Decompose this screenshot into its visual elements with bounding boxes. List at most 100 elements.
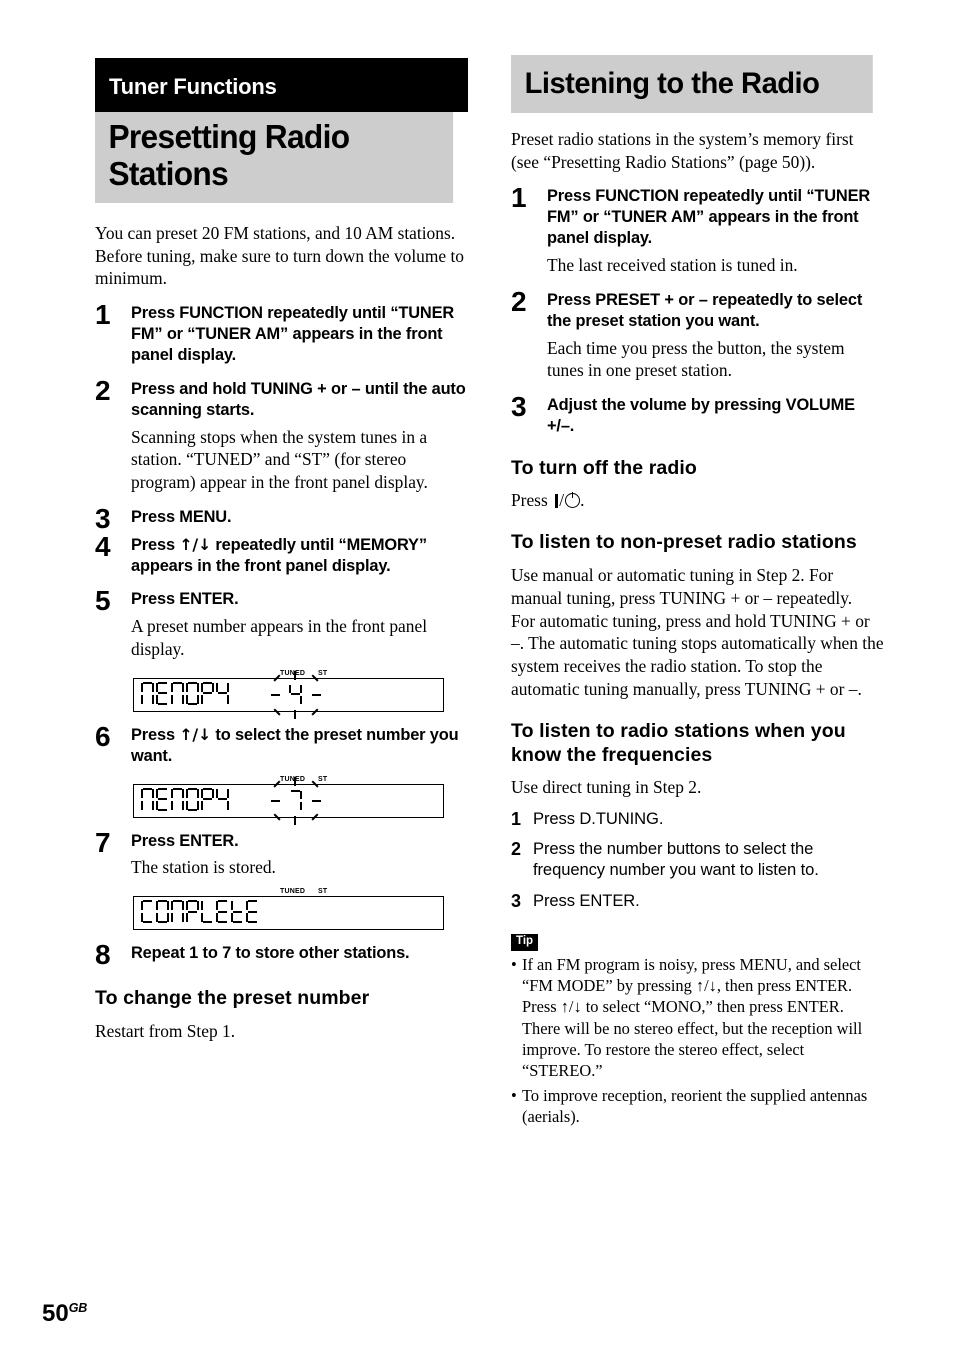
lcd-segment-E bbox=[216, 900, 229, 924]
bullet-icon: • bbox=[511, 1085, 517, 1105]
lcd-indicator-tuned: TUNED bbox=[280, 669, 306, 677]
chapter-banner: Tuner Functions bbox=[95, 58, 468, 112]
ministep-text: Press D.TUNING. bbox=[533, 808, 664, 828]
page-number: 50 bbox=[42, 1300, 69, 1327]
blink-ray-top-left bbox=[273, 780, 281, 788]
step-number: 5 bbox=[95, 585, 111, 617]
ministep-text: Press the number buttons to select the f… bbox=[533, 839, 819, 880]
blink-ray-bottom-left bbox=[273, 708, 281, 716]
step-number: 1 bbox=[511, 182, 527, 214]
step-number: 6 bbox=[95, 720, 111, 752]
change-preset-text: Restart from Step 1. bbox=[95, 1020, 236, 1041]
lcd-segment-Y bbox=[216, 682, 229, 705]
step-title: Adjust the volume by pressing VOLUME +/–… bbox=[547, 396, 855, 435]
lcd-segment-O bbox=[156, 900, 169, 924]
lcd-segment-E bbox=[156, 681, 169, 705]
lcd-segment-O bbox=[186, 681, 199, 705]
blink-ray-bottom-left bbox=[273, 813, 281, 822]
front-panel-display-memory-4: TUNED ST bbox=[133, 670, 444, 719]
step-title: Press ENTER. bbox=[131, 831, 239, 850]
blink-ray-top bbox=[294, 670, 297, 680]
step-title: Press ↑/↓ repeatedly until “MEMORY” appe… bbox=[131, 535, 468, 577]
step-number: 3 bbox=[95, 502, 111, 534]
blink-ray-top-left bbox=[273, 674, 281, 682]
step-number: 1 bbox=[95, 299, 111, 331]
step-title-prefix: Press bbox=[131, 725, 180, 744]
blink-ray-bottom bbox=[294, 709, 297, 719]
step-number: 4 bbox=[95, 530, 111, 562]
lcd-segment-L bbox=[201, 900, 214, 924]
step-3: 3 Press MENU. bbox=[95, 502, 468, 534]
subheading-turn-off-radio: To turn off the radio bbox=[511, 456, 697, 479]
listening-step-1: 1 Press FUNCTION repeatedly until “TUNER… bbox=[511, 182, 884, 276]
section-title-listening: Listening to the Radio bbox=[511, 55, 873, 113]
step-number: 8 bbox=[95, 939, 111, 971]
lcd-preset-number-4 bbox=[271, 670, 321, 719]
blink-ray-left bbox=[271, 693, 280, 696]
step-number: 3 bbox=[511, 391, 527, 423]
step-number: 7 bbox=[95, 826, 111, 858]
subheading-know-frequencies: To listen to radio stations when you kno… bbox=[511, 720, 846, 767]
step-description: Each time you press the button, the syst… bbox=[547, 337, 845, 381]
tip-bullet-1: • If an FM program is noisy, press MENU,… bbox=[511, 954, 884, 1082]
step-number: 2 bbox=[511, 285, 527, 317]
turn-off-text-prefix: Press bbox=[511, 489, 553, 510]
step-title: Press PRESET + or – repeatedly to select… bbox=[547, 290, 863, 330]
lcd-segment-M bbox=[171, 900, 184, 923]
blink-ray-bottom-right bbox=[311, 708, 319, 716]
lcd-indicator-tuned: TUNED bbox=[280, 888, 306, 896]
power-bar-icon bbox=[555, 493, 559, 508]
lcd-word-complete bbox=[141, 900, 259, 924]
turn-off-text-suffix: . bbox=[580, 489, 585, 510]
ministep-number: 2 bbox=[511, 839, 522, 860]
lcd-segment-P bbox=[186, 900, 199, 923]
step-title: Press ENTER. bbox=[131, 590, 239, 609]
non-preset-text: Use manual or automatic tuning in Step 2… bbox=[511, 565, 884, 699]
subheading-change-preset-number: To change the preset number bbox=[95, 987, 370, 1010]
manual-page: Tuner Functions Presetting Radio Station… bbox=[0, 0, 954, 1352]
bullet-icon: • bbox=[511, 954, 517, 974]
listening-step-3: 3 Adjust the volume by pressing VOLUME +… bbox=[511, 391, 884, 437]
lcd-digit bbox=[289, 789, 302, 811]
lcd-segment-R bbox=[201, 787, 214, 811]
blink-ray-left bbox=[271, 799, 280, 802]
listening-step-2: 2 Press PRESET + or – repeatedly to sele… bbox=[511, 285, 884, 382]
page-number-footer: 50GB bbox=[42, 1302, 87, 1326]
step-title: Press ↑/↓ to select the preset number yo… bbox=[131, 725, 468, 767]
step-title: Press FUNCTION repeatedly until “TUNER F… bbox=[131, 304, 455, 364]
step-description: The station is stored. bbox=[131, 857, 276, 878]
updown-arrow-icon: ↑/↓ bbox=[179, 534, 211, 554]
lcd-word-memory bbox=[141, 787, 229, 811]
turn-off-text: Press /. bbox=[511, 489, 585, 510]
step-7: 7 Press ENTER. The station is stored. bbox=[95, 826, 468, 880]
frequency-step-1: 1 Press D.TUNING. bbox=[511, 809, 884, 830]
blink-ray-top bbox=[294, 776, 297, 786]
step-description: A preset number appears in the front pan… bbox=[131, 616, 428, 660]
step-title: Press and hold TUNING + or – until the a… bbox=[131, 379, 466, 419]
right-column: Listening to the Radio Preset radio stat… bbox=[511, 55, 884, 1127]
step-description: The last received station is tuned in. bbox=[547, 255, 798, 276]
lcd-segment-E bbox=[156, 787, 169, 811]
step-4: 4 Press ↑/↓ repeatedly until “MEMORY” ap… bbox=[95, 530, 468, 577]
standby-power-icon bbox=[565, 490, 581, 508]
step-title: Press FUNCTION repeatedly until “TUNER F… bbox=[547, 187, 871, 248]
blink-ray-right bbox=[312, 693, 321, 696]
lcd-digit bbox=[289, 684, 302, 705]
step-5: 5 Press ENTER. A preset number appears i… bbox=[95, 585, 468, 660]
tip-bullet-2: • To improve reception, reorient the sup… bbox=[511, 1085, 884, 1128]
lcd-segment-E bbox=[246, 900, 259, 924]
lcd-segment-M bbox=[141, 681, 154, 705]
step-title: Press MENU. bbox=[131, 507, 232, 526]
ministep-number: 1 bbox=[511, 808, 522, 829]
step-8: 8 Repeat 1 to 7 to store other stations. bbox=[95, 939, 468, 971]
frequency-step-2: 2 Press the number buttons to select the… bbox=[511, 839, 884, 880]
ministep-text: Press ENTER. bbox=[533, 890, 640, 910]
tip-badge: Tip bbox=[511, 933, 539, 951]
step-2: 2 Press and hold TUNING + or – until the… bbox=[95, 374, 468, 494]
step-6: 6 Press ↑/↓ to select the preset number … bbox=[95, 720, 468, 767]
lcd-indicator-st: ST bbox=[318, 669, 328, 677]
lcd-segment-Y bbox=[216, 788, 229, 811]
ministep-number: 3 bbox=[511, 890, 522, 911]
step-number: 2 bbox=[95, 374, 111, 406]
intro-paragraph: You can preset 20 FM stations, and 10 AM… bbox=[95, 222, 464, 289]
